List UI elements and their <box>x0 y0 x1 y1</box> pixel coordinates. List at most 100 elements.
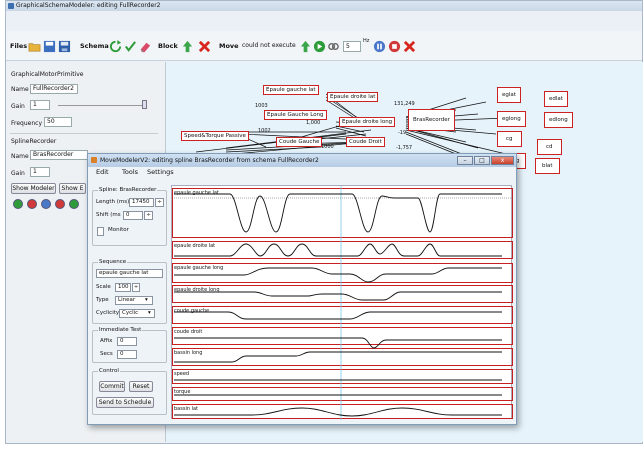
schema-node[interactable]: blat <box>535 158 560 174</box>
frequency-label: Frequency <box>11 120 42 127</box>
schema-node[interactable]: Speed&Torque Passive <box>181 131 249 141</box>
menu-tools[interactable]: Tools <box>122 167 138 178</box>
schema-node[interactable]: Epaule droite lat <box>327 92 379 102</box>
dialog-titlebar: MoveModelerV2: editing spline BrasRecord… <box>88 154 516 167</box>
schema-node[interactable]: BrasRecorder <box>408 109 455 131</box>
show-modeler-button[interactable]: Show Modeler <box>11 183 56 194</box>
scale-spinner[interactable]: ÷ <box>132 283 140 292</box>
schema-node[interactable]: eglong <box>497 111 526 127</box>
window-title: GraphicalSchemaModeler: editing FullReco… <box>16 2 161 9</box>
add-icon[interactable] <box>69 199 79 209</box>
monitor-checkbox[interactable] <box>97 227 104 236</box>
chevron-down-icon[interactable]: ▾ <box>148 310 151 316</box>
speed-input[interactable]: 5 <box>343 41 361 52</box>
schema-node[interactable]: Epaule Gauche Long <box>264 110 327 120</box>
secs-label: Secs <box>100 351 113 357</box>
immediate-test-label: Immediate Test <box>98 327 143 333</box>
spline-name-input[interactable]: BrasRecorder <box>30 150 88 160</box>
spline-group-label: Spline: BrasRecorder <box>98 187 158 193</box>
eraser-icon[interactable] <box>139 40 152 53</box>
schema-node[interactable]: cg <box>497 131 522 147</box>
commit-button[interactable]: Commit <box>99 381 125 392</box>
spline-gain-label: Gain <box>11 170 25 177</box>
chevron-down-icon[interactable]: ▾ <box>145 297 148 303</box>
close-move-icon[interactable] <box>403 40 416 53</box>
frequency-input[interactable]: 50 <box>44 117 72 127</box>
gain-input[interactable]: 1 <box>30 100 50 110</box>
spline-curves <box>172 186 513 420</box>
menu-settings[interactable]: Settings <box>147 167 174 178</box>
save-icon[interactable] <box>43 40 56 53</box>
shift-label: Shift (ms <box>96 212 121 218</box>
shift-spinner[interactable]: ÷ <box>144 211 153 220</box>
name-label: Name <box>11 86 29 93</box>
immediate-test-group: Immediate Test Affix 0 Secs 0 <box>92 327 167 363</box>
control-panel: Spline: BrasRecorder Length (ms) 17450 ÷… <box>88 178 170 424</box>
node-tag: 1003 <box>255 103 268 109</box>
dialog-title: MoveModelerV2: editing spline BrasRecord… <box>100 157 319 164</box>
move-label: Move <box>219 42 239 50</box>
maximize-button[interactable]: □ <box>474 156 490 165</box>
name-input[interactable]: FullRecorder2 <box>30 84 78 94</box>
schema-node[interactable]: edlong <box>544 112 573 128</box>
hz-label: Hz <box>363 38 370 44</box>
stop-icon[interactable] <box>55 199 65 209</box>
record-icon[interactable] <box>27 199 37 209</box>
show-e-button[interactable]: Show E <box>59 183 86 194</box>
dialog-app-icon <box>91 157 97 163</box>
node-tag: 1000 <box>321 144 334 150</box>
scale-label: Scale <box>96 284 111 290</box>
spline-plots[interactable]: epaule gauche lat epaule droite lat epau… <box>171 185 513 420</box>
affix-input[interactable]: 0 <box>117 337 137 346</box>
minimize-button[interactable]: – <box>457 156 473 165</box>
play-icon[interactable] <box>13 199 23 209</box>
reset-button[interactable]: Reset <box>129 381 153 392</box>
check-icon[interactable] <box>124 40 137 53</box>
add-block-icon[interactable] <box>181 40 194 53</box>
divider <box>10 133 158 134</box>
length-label: Length (ms) <box>96 199 130 205</box>
node-tag: 131,249 <box>394 101 415 107</box>
schema-node[interactable]: Epaule gauche lat <box>263 85 319 95</box>
move-modeler-dialog: MoveModelerV2: editing spline BrasRecord… <box>87 153 517 425</box>
add-move-icon[interactable] <box>299 40 312 53</box>
pause-icon[interactable] <box>373 40 386 53</box>
cyclicity-label: Cyclicity <box>96 310 120 316</box>
spline-gain-input[interactable]: 1 <box>30 167 50 177</box>
gain-slider-handle[interactable] <box>142 100 147 109</box>
gain-slider-track[interactable] <box>58 105 146 106</box>
scale-input[interactable]: 100 <box>115 283 131 292</box>
open-folder-icon[interactable] <box>28 40 41 53</box>
sequence-group: Sequence epaule gauche lat Scale 100 ÷ T… <box>92 259 167 324</box>
schema-node[interactable]: Coude Droit <box>346 137 385 147</box>
schema-node[interactable]: cd <box>537 139 562 155</box>
affix-label: Affix <box>100 338 113 344</box>
stop-icon[interactable] <box>388 40 401 53</box>
menu-edit[interactable]: Edit <box>96 167 109 178</box>
sequence-group-label: Sequence <box>98 259 128 265</box>
sequence-input[interactable]: epaule gauche lat <box>96 269 163 278</box>
shift-input[interactable]: 0 <box>123 211 143 220</box>
secs-input[interactable]: 0 <box>117 350 137 359</box>
delete-block-icon[interactable] <box>198 40 211 53</box>
close-button[interactable]: x <box>491 156 514 165</box>
schema-node[interactable]: edlat <box>544 91 568 107</box>
gain-label: Gain <box>11 103 25 110</box>
length-spinner[interactable]: ÷ <box>155 198 164 207</box>
schema-node[interactable]: eglat <box>497 87 521 103</box>
play-icon[interactable] <box>313 40 326 53</box>
length-input[interactable]: 17450 <box>129 198 154 207</box>
pause-icon[interactable] <box>41 199 51 209</box>
node-tag: -1,757 <box>396 145 413 151</box>
link-icon[interactable] <box>327 40 340 53</box>
refresh-icon[interactable] <box>109 40 122 53</box>
schema-node[interactable]: Epaule droite long <box>339 117 396 127</box>
save-as-icon[interactable] <box>58 40 71 53</box>
app-icon <box>8 3 14 9</box>
monitor-label: Monitor <box>108 227 129 233</box>
send-to-schedule-button[interactable]: Send to Schedule <box>96 397 154 408</box>
schema-node[interactable]: Coude Gauche <box>276 137 323 147</box>
spline-recorder-title: SplineRecorder <box>11 138 57 145</box>
toolbar: Files Schema Block Move could not execut… <box>6 31 642 61</box>
type-label: Type <box>96 297 109 303</box>
